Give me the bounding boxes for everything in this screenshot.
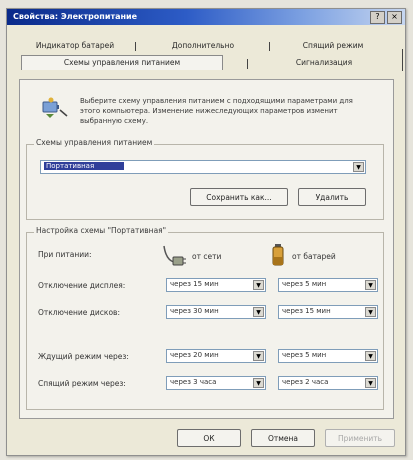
dropdown-arrow-icon: ▼ — [253, 307, 264, 317]
window-title: Свойства: Электропитание — [13, 12, 138, 21]
battery-icon — [272, 244, 284, 266]
disks-off-battery-value: через 15 мин — [282, 307, 331, 315]
settings-group-label: Настройка схемы "Портативная" — [34, 226, 169, 235]
standby-battery-select[interactable]: через 5 мин ▼ — [278, 349, 378, 363]
power-options-icon — [42, 97, 68, 118]
disks-off-ac-value: через 30 мин — [170, 307, 219, 315]
ac-power-label: от сети — [192, 252, 222, 261]
apply-button[interactable]: Применить — [325, 429, 395, 447]
plug-icon — [163, 245, 186, 266]
tab-hibernate[interactable]: Спящий режим — [277, 39, 389, 53]
standby-battery-value: через 5 мин — [282, 351, 327, 359]
dropdown-arrow-icon: ▼ — [365, 280, 376, 290]
close-button[interactable]: × — [387, 11, 402, 24]
dropdown-arrow-icon: ▼ — [365, 307, 376, 317]
dropdown-arrow-icon: ▼ — [253, 378, 264, 388]
hibernate-label: Спящий режим через: — [38, 379, 126, 388]
description-text: Выберите схему управления питанием с под… — [80, 97, 353, 125]
tab-alarms[interactable]: Сигнализация — [269, 56, 379, 70]
help-button[interactable]: ? — [370, 11, 385, 24]
display-off-ac-select[interactable]: через 15 мин ▼ — [166, 278, 266, 292]
delete-button[interactable]: Удалить — [298, 188, 366, 206]
display-off-battery-select[interactable]: через 5 мин ▼ — [278, 278, 378, 292]
display-off-label: Отключение дисплея: — [38, 281, 126, 290]
tab-divider — [247, 59, 248, 69]
tab-divider — [135, 42, 136, 51]
tab-divider — [402, 49, 403, 71]
tab-power-schemes[interactable]: Схемы управления питанием — [21, 55, 223, 70]
ok-button[interactable]: ОК — [177, 429, 241, 447]
display-off-ac-value: через 15 мин — [170, 280, 219, 288]
standby-label: Ждущий режим через: — [38, 352, 129, 361]
schemes-group — [26, 144, 384, 220]
tab-panel: Выберите схему управления питанием с под… — [19, 79, 394, 419]
battery-power-label: от батарей — [292, 252, 336, 261]
disks-off-battery-select[interactable]: через 15 мин ▼ — [278, 305, 378, 319]
dropdown-arrow-icon: ▼ — [253, 280, 264, 290]
tab-advanced[interactable]: Дополнительно — [143, 39, 263, 53]
disks-off-label: Отключение дисков: — [38, 308, 120, 317]
save-as-button[interactable]: Сохранить как... — [190, 188, 288, 206]
hibernate-ac-select[interactable]: через 3 часа ▼ — [166, 376, 266, 390]
disks-off-ac-select[interactable]: через 30 мин ▼ — [166, 305, 266, 319]
hibernate-battery-value: через 2 часа — [282, 378, 329, 386]
tab-divider — [269, 42, 270, 51]
when-label: При питании: — [38, 250, 92, 259]
power-options-dialog: Свойства: Электропитание ? × Индикатор б… — [6, 8, 406, 456]
standby-ac-select[interactable]: через 20 мин ▼ — [166, 349, 266, 363]
scheme-select[interactable]: Портативная ▼ — [40, 160, 366, 174]
standby-ac-value: через 20 мин — [170, 351, 219, 359]
title-buttons: ? × — [370, 11, 402, 24]
hibernate-ac-value: через 3 часа — [170, 378, 217, 386]
hibernate-battery-select[interactable]: через 2 часа ▼ — [278, 376, 378, 390]
dropdown-arrow-icon: ▼ — [253, 351, 264, 361]
scheme-select-value: Портативная — [44, 162, 125, 170]
dropdown-arrow-icon: ▼ — [353, 162, 364, 172]
dropdown-arrow-icon: ▼ — [365, 351, 376, 361]
tab-battery-meter[interactable]: Индикатор батарей — [21, 39, 129, 53]
display-off-battery-value: через 5 мин — [282, 280, 327, 288]
schemes-group-label: Схемы управления питанием — [34, 138, 155, 147]
cancel-button[interactable]: Отмена — [251, 429, 315, 447]
title-bar[interactable]: Свойства: Электропитание ? × — [7, 9, 405, 25]
dropdown-arrow-icon: ▼ — [365, 378, 376, 388]
